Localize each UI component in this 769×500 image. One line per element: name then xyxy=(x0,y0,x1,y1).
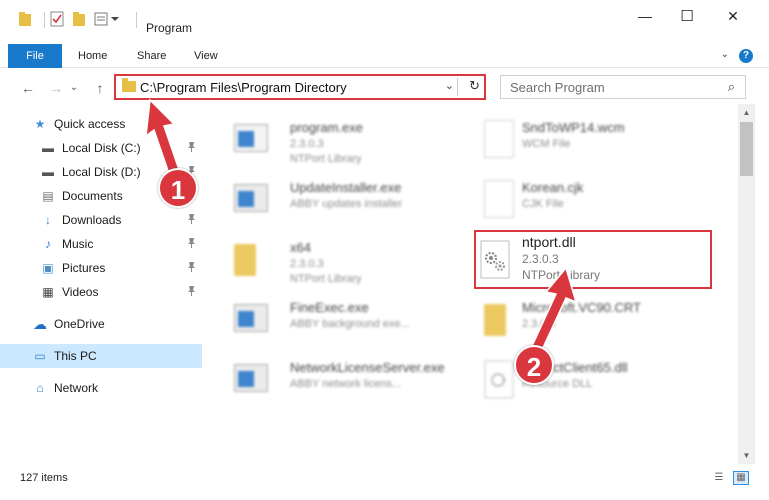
pin-icon[interactable] xyxy=(187,237,196,248)
expand-ribbon-icon[interactable]: ⌄ xyxy=(721,49,729,60)
minimize-button[interactable]: — xyxy=(622,0,668,32)
callout-badge-2: 2 xyxy=(514,345,554,385)
quick-access-toolbar xyxy=(18,8,32,30)
file-item[interactable]: x64 2.3.0.3 NTPort Library xyxy=(208,230,438,290)
sidebar-item-network[interactable]: ⌂ Network xyxy=(0,376,202,400)
scroll-down-icon[interactable]: ▼ xyxy=(738,447,755,464)
forward-button[interactable]: → xyxy=(46,78,66,98)
recent-locations-button[interactable]: ⌄ xyxy=(68,78,80,98)
title-bar: Program — ☐ ✕ xyxy=(0,0,769,44)
pictures-icon: ▣ xyxy=(42,261,54,275)
pin-icon[interactable] xyxy=(187,261,196,272)
drive-icon: ▬ xyxy=(42,165,54,179)
file-item[interactable]: SndToWP14.wcm WCM File xyxy=(458,110,688,170)
sidebar-item-label: This PC xyxy=(54,349,97,363)
ribbon-tabs: File Home Share View ⌄ ? xyxy=(0,44,769,68)
pin-icon[interactable] xyxy=(187,285,196,296)
address-separator xyxy=(457,78,458,96)
address-dropdown-icon[interactable]: ⌄ xyxy=(445,79,454,92)
refresh-icon[interactable]: ↻ xyxy=(469,78,480,94)
tab-file[interactable]: File xyxy=(8,44,62,68)
sidebar-item-label: Videos xyxy=(62,285,99,299)
cloud-icon: ☁ xyxy=(33,316,47,332)
exe-file-icon xyxy=(234,360,270,400)
toolbar-separator xyxy=(44,12,45,28)
help-icon[interactable]: ? xyxy=(739,49,753,63)
download-icon: ↓ xyxy=(45,213,51,227)
customize-toolbar-icon[interactable] xyxy=(94,8,122,30)
file-item[interactable]: program.exe 2.3.0.3 NTPort Library xyxy=(208,110,438,170)
sidebar-item-label: Documents xyxy=(62,189,123,203)
computer-icon: ▭ xyxy=(34,349,46,363)
back-button[interactable]: ← xyxy=(18,78,38,98)
sidebar-item-label: Quick access xyxy=(54,117,126,131)
file-item[interactable]: NetworkLicenseServer.exe ABBY network li… xyxy=(208,350,445,410)
sidebar-item-label: Local Disk (C:) xyxy=(62,141,141,155)
details-view-icon[interactable]: ☰ xyxy=(712,472,726,484)
tab-view[interactable]: View xyxy=(194,44,218,68)
network-icon: ⌂ xyxy=(36,381,44,395)
sidebar-item-music[interactable]: ♪ Music xyxy=(0,232,202,256)
sidebar-item-downloads[interactable]: ↓ Downloads xyxy=(0,208,202,232)
exe-file-icon xyxy=(234,300,270,340)
documents-icon: ▤ xyxy=(42,189,54,203)
folder-icon xyxy=(234,240,270,280)
new-folder-icon[interactable] xyxy=(72,8,86,30)
window-title: Program xyxy=(146,21,193,35)
folder-icon xyxy=(122,78,136,92)
item-count: 127 items xyxy=(20,472,68,484)
folder-icon xyxy=(484,300,520,340)
tab-share[interactable]: Share xyxy=(137,44,166,68)
sidebar-item-label: OneDrive xyxy=(54,317,105,331)
videos-icon: ▦ xyxy=(42,285,54,299)
up-button[interactable]: ↑ xyxy=(90,78,110,98)
highlight-box-ntport-dll xyxy=(474,230,712,289)
file-item[interactable]: UpdateInstaller.exe ABBY updates install… xyxy=(208,170,438,230)
scroll-up-icon[interactable]: ▲ xyxy=(738,104,755,121)
file-item[interactable]: Korean.cjk CJK File xyxy=(458,170,688,230)
sidebar-item-label: Downloads xyxy=(62,213,122,227)
sidebar-item-onedrive[interactable]: ☁ OneDrive xyxy=(0,312,202,336)
tab-home[interactable]: Home xyxy=(78,44,107,68)
maximize-button[interactable]: ☐ xyxy=(664,0,710,32)
vertical-scrollbar[interactable]: ▲ ▼ xyxy=(738,104,755,464)
file-item[interactable]: FineExec.exe ABBY background exe... xyxy=(208,290,438,350)
navigation-bar: ← → ⌄ ↑ C:\Program Files\Program Directo… xyxy=(0,70,769,104)
drive-icon: ▬ xyxy=(42,141,54,155)
sidebar-item-label: Network xyxy=(54,381,99,395)
tiles-view-icon[interactable]: ▦ xyxy=(733,471,749,485)
music-icon: ♪ xyxy=(45,237,51,251)
status-bar: 127 items ☰ ▦ xyxy=(0,468,769,490)
sidebar-item-label: Music xyxy=(62,237,94,251)
close-button[interactable]: ✕ xyxy=(710,0,756,32)
sidebar-item-label: Pictures xyxy=(62,261,106,275)
document-icon xyxy=(484,120,520,160)
exe-file-icon xyxy=(234,120,270,160)
document-icon xyxy=(484,180,520,220)
star-icon: ★ xyxy=(34,117,46,131)
callout-badge-1: 1 xyxy=(158,168,198,208)
address-path[interactable]: C:\Program Files\Program Directory xyxy=(140,80,347,95)
scroll-thumb[interactable] xyxy=(740,122,753,176)
sidebar-item-pictures[interactable]: ▣ Pictures xyxy=(0,256,202,280)
exe-file-icon xyxy=(234,180,270,220)
sidebar-item-label: Local Disk (D:) xyxy=(62,165,141,179)
folder-icon[interactable] xyxy=(18,11,32,27)
search-icon[interactable]: ⌕ xyxy=(728,79,735,95)
search-placeholder: Search Program xyxy=(510,80,605,95)
toolbar-separator xyxy=(136,12,137,28)
search-input[interactable]: Search Program ⌕ xyxy=(500,75,746,99)
sidebar-item-this-pc[interactable]: ▭ This PC xyxy=(0,344,202,368)
sidebar-item-videos[interactable]: ▦ Videos xyxy=(0,280,202,304)
pin-icon[interactable] xyxy=(187,213,196,224)
properties-icon[interactable] xyxy=(50,8,64,30)
